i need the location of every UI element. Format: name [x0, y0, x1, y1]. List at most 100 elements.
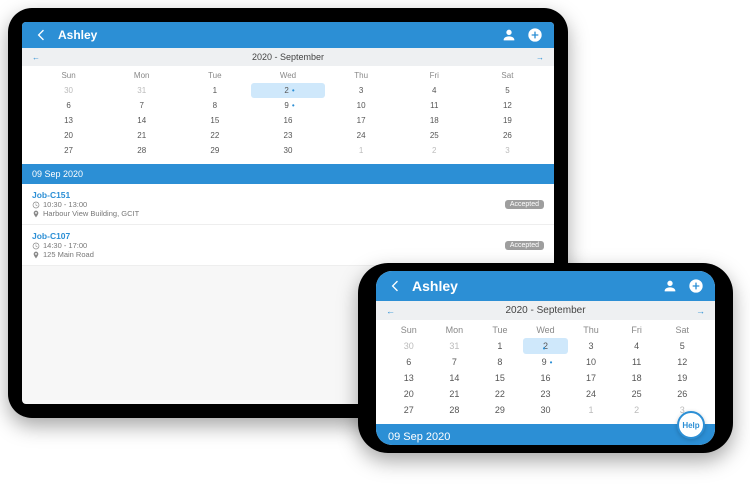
calendar-day[interactable]: 21: [105, 128, 178, 143]
calendar-day[interactable]: 20: [386, 386, 432, 402]
back-arrow-icon[interactable]: [386, 277, 404, 295]
calendar-day[interactable]: 2: [614, 402, 660, 418]
calendar-month-bar: ← 2020 - September →: [376, 301, 715, 320]
calendar-day[interactable]: 12: [471, 98, 544, 113]
calendar-day[interactable]: 19: [659, 370, 705, 386]
prev-month-button[interactable]: ←: [386, 306, 400, 316]
calendar-day[interactable]: 20: [32, 128, 105, 143]
prev-month-button[interactable]: ←: [32, 53, 46, 62]
calendar-day[interactable]: 11: [614, 354, 660, 370]
calendar-day[interactable]: 23: [251, 128, 324, 143]
calendar-day[interactable]: 8: [477, 354, 523, 370]
day-header: Thu: [568, 322, 614, 338]
calendar-day[interactable]: 22: [178, 128, 251, 143]
calendar-day[interactable]: 16: [523, 370, 569, 386]
app-header: Ashley: [376, 271, 715, 301]
calendar-day[interactable]: 13: [32, 113, 105, 128]
day-header: Fri: [398, 68, 471, 83]
calendar-day[interactable]: 8: [178, 98, 251, 113]
calendar-day[interactable]: 1: [477, 338, 523, 354]
calendar-day[interactable]: 19: [471, 113, 544, 128]
calendar-day[interactable]: 12: [659, 354, 705, 370]
day-header: Sun: [32, 68, 105, 83]
calendar-day[interactable]: 26: [471, 128, 544, 143]
calendar-day[interactable]: 13: [386, 370, 432, 386]
calendar-day[interactable]: 23: [523, 386, 569, 402]
calendar-day[interactable]: 2: [523, 338, 569, 354]
calendar-day[interactable]: 29: [178, 143, 251, 158]
calendar-day[interactable]: 14: [105, 113, 178, 128]
calendar-day[interactable]: 24: [568, 386, 614, 402]
add-icon[interactable]: [526, 26, 544, 44]
phone-screen: Ashley ← 2020 - September → SunMonTueWed…: [376, 271, 715, 445]
phone-frame: Ashley ← 2020 - September → SunMonTueWed…: [358, 263, 733, 453]
calendar-day[interactable]: 25: [614, 386, 660, 402]
calendar-grid: SunMonTueWedThuFriSat3031123456789101112…: [22, 66, 554, 164]
clock-icon: [32, 242, 40, 250]
day-header: Sat: [471, 68, 544, 83]
calendar-day[interactable]: 9: [251, 98, 324, 113]
calendar-day[interactable]: 9: [523, 354, 569, 370]
day-header: Sat: [659, 322, 705, 338]
calendar-day[interactable]: 2: [398, 143, 471, 158]
help-button[interactable]: Help: [677, 411, 705, 439]
calendar-day[interactable]: 6: [386, 354, 432, 370]
user-icon[interactable]: [500, 26, 518, 44]
calendar-day[interactable]: 30: [523, 402, 569, 418]
job-row[interactable]: Job-C15110:30 - 13:00Harbour View Buildi…: [22, 184, 554, 225]
calendar-day[interactable]: 30: [32, 83, 105, 98]
calendar-day[interactable]: 6: [32, 98, 105, 113]
calendar-day[interactable]: 4: [398, 83, 471, 98]
calendar-day[interactable]: 27: [386, 402, 432, 418]
app-header: Ashley: [22, 22, 554, 48]
calendar-day[interactable]: 1: [568, 402, 614, 418]
calendar-day[interactable]: 24: [325, 128, 398, 143]
calendar-day[interactable]: 15: [178, 113, 251, 128]
calendar-day[interactable]: 17: [568, 370, 614, 386]
selected-date-banner: 09 Sep 2020: [22, 164, 554, 184]
job-row[interactable]: Job-C10714:30 - 17:00125 Main RoadAccept…: [22, 225, 554, 266]
calendar-day[interactable]: 1: [178, 83, 251, 98]
next-month-button[interactable]: →: [691, 306, 705, 316]
day-header: Mon: [432, 322, 478, 338]
calendar-day[interactable]: 25: [398, 128, 471, 143]
calendar-day[interactable]: 18: [398, 113, 471, 128]
calendar-day[interactable]: 10: [568, 354, 614, 370]
calendar-day[interactable]: 16: [251, 113, 324, 128]
calendar-day[interactable]: 15: [477, 370, 523, 386]
calendar-day[interactable]: 26: [659, 386, 705, 402]
calendar-day[interactable]: 14: [432, 370, 478, 386]
calendar-day[interactable]: 5: [471, 83, 544, 98]
calendar-day[interactable]: 4: [614, 338, 660, 354]
calendar-day[interactable]: 3: [568, 338, 614, 354]
status-badge: Accepted: [505, 200, 544, 209]
calendar-day[interactable]: 28: [105, 143, 178, 158]
calendar-day[interactable]: 22: [477, 386, 523, 402]
calendar-day[interactable]: 28: [432, 402, 478, 418]
back-arrow-icon[interactable]: [32, 26, 50, 44]
next-month-button[interactable]: →: [530, 53, 544, 62]
calendar-day[interactable]: 30: [251, 143, 324, 158]
calendar-day[interactable]: 3: [325, 83, 398, 98]
calendar-day[interactable]: 17: [325, 113, 398, 128]
calendar-day[interactable]: 3: [471, 143, 544, 158]
calendar-day[interactable]: 7: [105, 98, 178, 113]
calendar-day[interactable]: 10: [325, 98, 398, 113]
pin-icon: [32, 210, 40, 218]
day-header: Mon: [105, 68, 178, 83]
calendar-day[interactable]: 29: [477, 402, 523, 418]
calendar-day[interactable]: 2: [251, 83, 324, 98]
calendar-day[interactable]: 21: [432, 386, 478, 402]
calendar-day[interactable]: 1: [325, 143, 398, 158]
calendar-day[interactable]: 5: [659, 338, 705, 354]
calendar-day[interactable]: 7: [432, 354, 478, 370]
calendar-day[interactable]: 31: [105, 83, 178, 98]
calendar-day[interactable]: 30: [386, 338, 432, 354]
calendar-grid: SunMonTueWedThuFriSat3031123456789101112…: [376, 320, 715, 424]
calendar-day[interactable]: 11: [398, 98, 471, 113]
calendar-day[interactable]: 27: [32, 143, 105, 158]
user-icon[interactable]: [661, 277, 679, 295]
add-icon[interactable]: [687, 277, 705, 295]
calendar-day[interactable]: 31: [432, 338, 478, 354]
calendar-day[interactable]: 18: [614, 370, 660, 386]
